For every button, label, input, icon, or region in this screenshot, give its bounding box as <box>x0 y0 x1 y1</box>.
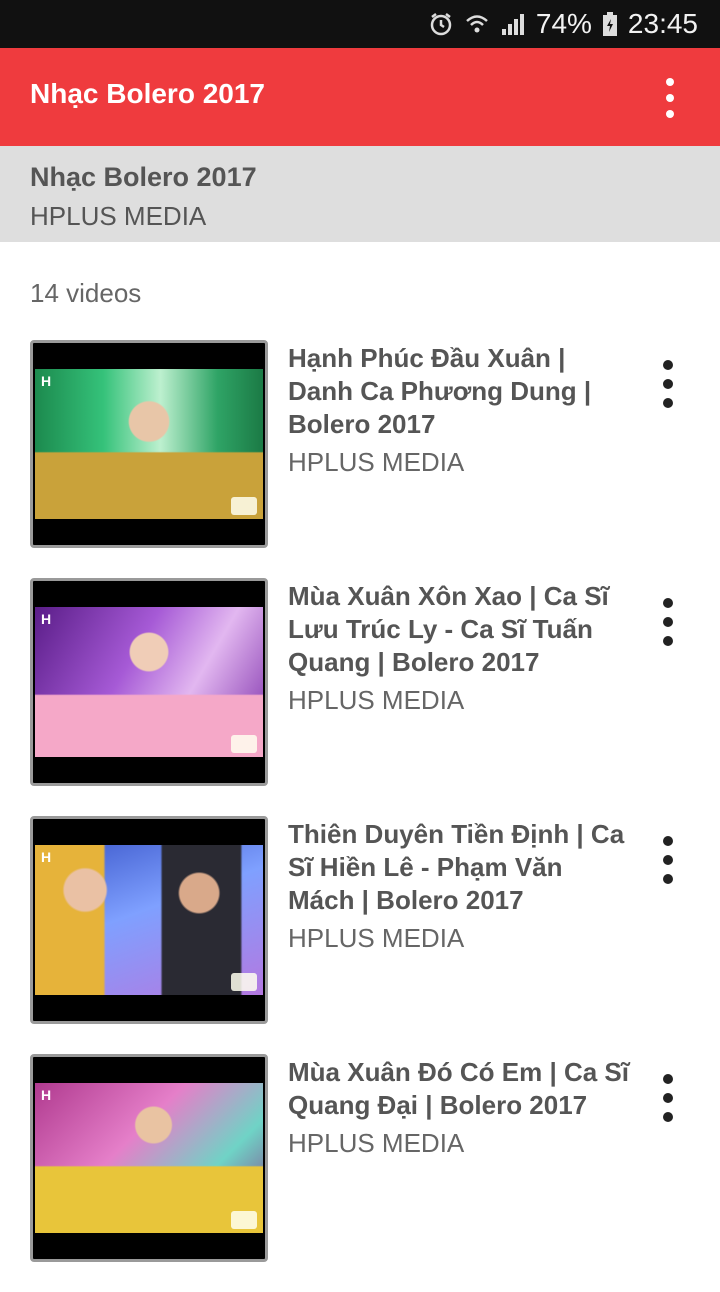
list-item[interactable]: H Mùa Xuân Xôn Xao | Ca Sĩ Lưu Trúc Ly -… <box>0 578 720 816</box>
video-title[interactable]: Thiên Duyên Tiền Định | Ca Sĩ Hiền Lê - … <box>288 818 633 917</box>
thumbnail-badge <box>231 497 257 515</box>
thumbnail-logo: H <box>41 849 52 865</box>
video-title[interactable]: Mùa Xuân Đó Có Em | Ca Sĩ Quang Đại | Bo… <box>288 1056 633 1122</box>
item-more-icon[interactable] <box>660 1074 676 1122</box>
video-thumbnail[interactable]: H <box>30 578 268 786</box>
video-title[interactable]: Mùa Xuân Xôn Xao | Ca Sĩ Lưu Trúc Ly - C… <box>288 580 633 679</box>
item-more-icon[interactable] <box>660 598 676 646</box>
battery-percent: 74% <box>535 8 592 39</box>
thumbnail-badge <box>231 735 257 753</box>
alarm-icon <box>428 11 454 37</box>
list-item[interactable]: H Hạnh Phúc Đầu Xuân | Danh Ca Phương Du… <box>0 340 720 578</box>
thumbnail-badge <box>231 973 257 991</box>
video-info: Thiên Duyên Tiền Định | Ca Sĩ Hiền Lê - … <box>288 818 633 954</box>
status-bar: 74% 23:45 <box>0 0 720 48</box>
video-channel: HPLUS MEDIA <box>288 1128 465 1158</box>
item-more-icon[interactable] <box>660 836 676 884</box>
video-info: Hạnh Phúc Đầu Xuân | Danh Ca Phương Dung… <box>288 342 633 478</box>
overflow-menu-icon[interactable] <box>658 78 682 118</box>
video-channel: HPLUS MEDIA <box>288 923 465 953</box>
video-info: Mùa Xuân Đó Có Em | Ca Sĩ Quang Đại | Bo… <box>288 1056 633 1159</box>
clock-time: 23:45 <box>627 8 698 39</box>
video-thumbnail[interactable]: H <box>30 340 268 548</box>
thumbnail-badge <box>231 1211 257 1229</box>
app-title: Nhạc Bolero 2017 <box>30 78 265 109</box>
video-channel: HPLUS MEDIA <box>288 447 465 477</box>
playlist-channel: HPLUS MEDIA <box>30 201 207 231</box>
list-item[interactable]: H Mùa Xuân Đó Có Em | Ca Sĩ Quang Đại | … <box>0 1054 720 1292</box>
battery-icon <box>602 11 618 37</box>
playlist-header: Nhạc Bolero 2017 HPLUS MEDIA <box>0 146 720 242</box>
video-count: 14 videos <box>30 278 142 308</box>
thumbnail-logo: H <box>41 1087 52 1103</box>
thumbnail-logo: H <box>41 611 52 627</box>
video-thumbnail[interactable]: H <box>30 1054 268 1262</box>
list-item[interactable]: H Thiên Duyên Tiền Định | Ca Sĩ Hiền Lê … <box>0 816 720 1054</box>
video-list: H Hạnh Phúc Đầu Xuân | Danh Ca Phương Du… <box>0 340 720 1292</box>
wifi-icon <box>464 11 490 37</box>
playlist-title: Nhạc Bolero 2017 <box>30 162 257 192</box>
status-icons: 74% 23:45 <box>428 0 698 48</box>
item-more-icon[interactable] <box>660 360 676 408</box>
thumbnail-logo: H <box>41 373 52 389</box>
video-channel: HPLUS MEDIA <box>288 685 465 715</box>
signal-icon <box>500 11 526 37</box>
video-thumbnail[interactable]: H <box>30 816 268 1024</box>
video-info: Mùa Xuân Xôn Xao | Ca Sĩ Lưu Trúc Ly - C… <box>288 580 633 716</box>
video-title[interactable]: Hạnh Phúc Đầu Xuân | Danh Ca Phương Dung… <box>288 342 633 441</box>
app-bar: Nhạc Bolero 2017 <box>0 48 720 146</box>
